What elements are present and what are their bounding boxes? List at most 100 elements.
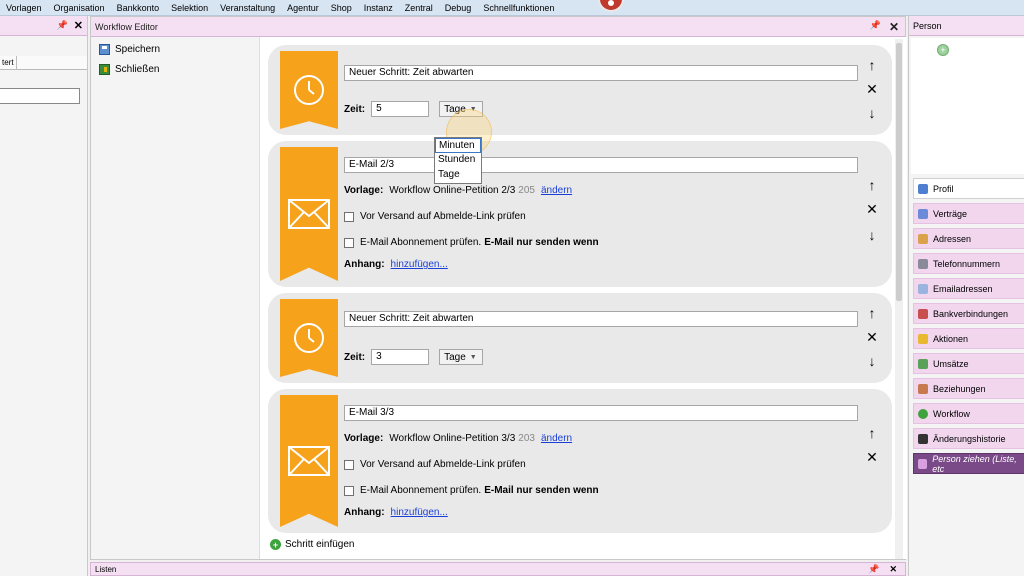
dropdown-option-stunden[interactable]: Stunden [435,153,481,168]
close-icon[interactable]: ✕ [889,20,899,34]
floppy-disk-icon [99,43,110,55]
person-nav-emailadressen[interactable]: Emailadressen [913,278,1024,299]
left-tab[interactable]: tert [0,56,17,70]
add-attachment-link[interactable]: hinzufügen... [391,259,448,270]
menu-agentur[interactable]: Agentur [281,3,325,13]
zeit-value-input[interactable]: 5 [371,101,430,117]
menu-veranstaltung[interactable]: Veranstaltung [214,3,281,13]
pin-icon[interactable]: 📌 [868,564,879,575]
pin-icon[interactable]: 📌 [57,20,68,31]
step-ribbon [280,51,338,129]
menu-shop[interactable]: Shop [325,3,358,13]
save-label: Speichern [115,43,161,55]
history-icon [918,433,928,444]
remove-step-button[interactable]: ✕ [864,449,880,466]
person-nav-label: Profil [933,183,954,194]
move-down-button[interactable]: ↓ [864,353,880,369]
menu-selektion[interactable]: Selektion [165,3,214,13]
bank-icon [918,308,928,319]
vertical-scrollbar[interactable] [895,39,903,559]
zeit-unit-value: Tage [444,351,466,363]
add-attachment-link[interactable]: hinzufügen... [391,507,448,518]
move-up-button[interactable]: ↑ [864,57,880,73]
unsubscribe-checkbox[interactable] [344,211,354,222]
house-icon [918,233,928,244]
step-name-input[interactable]: E-Mail 3/3 [344,405,858,421]
person-nav-beziehungen[interactable]: Beziehungen [913,378,1024,399]
person-nav-workflow[interactable]: Workflow [913,403,1024,424]
save-button[interactable]: Speichern [99,41,259,57]
move-up-button[interactable]: ↑ [864,305,880,321]
move-up-button[interactable]: ↑ [864,177,880,193]
zeit-unit-select[interactable]: Tage ▼ [439,349,484,365]
menu-organisation[interactable]: Organisation [48,3,111,13]
anhang-label: Anhang: [344,507,385,518]
person-nav-label: Workflow [933,408,970,419]
move-up-button[interactable]: ↑ [864,425,880,441]
subscription-label: E-Mail Abonnement prüfen. [360,237,482,248]
vorlage-label: Vorlage: [344,433,384,444]
close-icon[interactable]: ✕ [889,564,897,575]
vorlage-name: Workflow Online-Petition 2/3 [389,185,516,196]
step-name-input[interactable]: Neuer Schritt: Zeit abwarten [344,65,858,81]
person-nav-adressen[interactable]: Adressen [913,228,1024,249]
left-filter-input[interactable] [0,88,80,104]
menu-instanz[interactable]: Instanz [358,3,399,13]
person-nav-telefonnummern[interactable]: Telefonnummern [913,253,1024,274]
person-nav-list: Profil Verträge Adressen Telefonnummern … [913,178,1024,478]
subscription-bold-label: E-Mail nur senden wenn [484,485,599,496]
zeit-label: Zeit: [344,351,366,363]
vorlage-id: 205 [518,185,535,196]
add-person-icon[interactable]: + [937,44,949,56]
money-icon [918,358,928,369]
menu-vorlagen[interactable]: Vorlagen [0,3,48,13]
menu-bankkonto[interactable]: Bankkonto [111,3,166,13]
workflow-editor-title: Workflow Editor [95,21,158,32]
subscription-checkbox[interactable] [344,485,354,496]
remove-step-button[interactable]: ✕ [864,81,880,98]
insert-step-button[interactable]: + Schritt einfügen [270,539,355,550]
anhang-label: Anhang: [344,259,385,270]
step-name-input[interactable]: E-Mail 2/3 [344,157,858,173]
menu-schnellfunktionen[interactable]: Schnellfunktionen [477,3,560,13]
dropdown-option-minuten[interactable]: Minuten [435,138,481,153]
check-subscription-row: E-Mail Abonnement prüfen. E-Mail nur sen… [344,485,599,496]
person-nav-profil[interactable]: Profil [913,178,1024,199]
envelope-icon [288,446,330,476]
zeit-row: Zeit: 3 Tage ▼ [344,349,484,365]
subscription-checkbox[interactable] [344,237,354,248]
envelope-icon [288,199,330,229]
remove-step-button[interactable]: ✕ [864,201,880,218]
clock-icon [294,323,324,353]
phone-icon [918,258,928,269]
move-down-button[interactable]: ↓ [864,105,880,121]
person-nav-aktionen[interactable]: Aktionen [913,328,1024,349]
zeit-value-input[interactable]: 3 [371,349,430,365]
person-nav-vertraege[interactable]: Verträge [913,203,1024,224]
mail-icon [918,283,928,294]
contract-icon [918,208,928,219]
scrollbar-thumb[interactable] [896,43,902,301]
change-template-link[interactable]: ändern [541,185,572,196]
menu-debug[interactable]: Debug [439,3,478,13]
person-nav-aenderungshistorie[interactable]: Änderungshistorie [913,428,1024,449]
step-name-input[interactable]: Neuer Schritt: Zeit abwarten [344,311,858,327]
menu-zentral[interactable]: Zentral [399,3,439,13]
plus-icon: + [270,539,281,550]
person-nav-umsaetze[interactable]: Umsätze [913,353,1024,374]
workflow-icon [918,408,928,419]
subscription-bold-label: E-Mail nur senden wenn [484,237,599,248]
person-nav-label: Telefonnummern [933,258,1001,269]
person-nav-label: Adressen [933,233,972,244]
change-template-link[interactable]: ändern [541,433,572,444]
person-nav-bankverbindungen[interactable]: Bankverbindungen [913,303,1024,324]
remove-step-button[interactable]: ✕ [864,329,880,346]
close-button[interactable]: Schließen [99,61,259,77]
unsubscribe-checkbox[interactable] [344,459,354,470]
person-nav-person-ziehen[interactable]: Person ziehen (Liste, etc [913,453,1024,474]
pin-icon[interactable]: 📌 [870,20,881,34]
anhang-row: Anhang: hinzufügen... [344,507,448,518]
close-icon[interactable]: ✕ [74,19,83,32]
move-down-button[interactable]: ↓ [864,227,880,243]
dropdown-option-tage[interactable]: Tage [435,168,481,183]
